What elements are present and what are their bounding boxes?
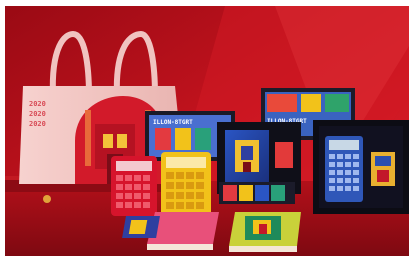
gold-charm — [43, 195, 51, 203]
blue-calculator-box — [313, 120, 409, 214]
red-calculator — [111, 156, 157, 216]
box-tag-front: ILLON-8TGRT — [153, 119, 193, 126]
bag-print-2: 2020 — [29, 110, 46, 118]
bag-print-3: 2020 — [29, 120, 46, 128]
green-notebook — [229, 212, 301, 252]
product-photo: 2020 2020 2020 ILLON-8TGRT ILLON-8TGRT — [5, 6, 409, 256]
sticker-strip — [219, 182, 295, 204]
bag-print-1: 2020 — [29, 100, 46, 108]
yellow-calculator — [161, 152, 211, 218]
